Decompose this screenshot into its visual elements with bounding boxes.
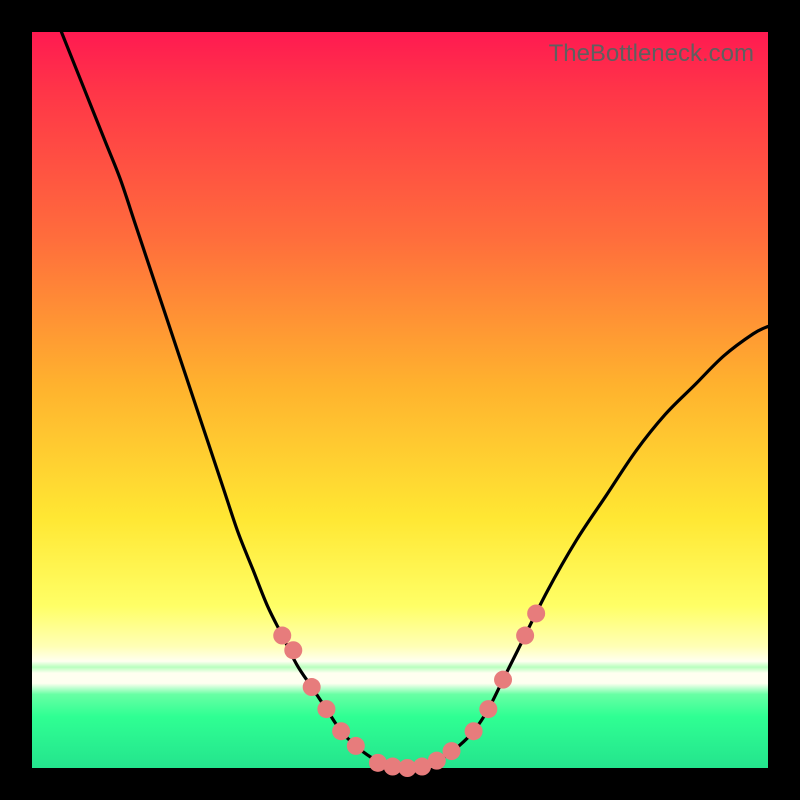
curve-markers [273,604,545,777]
chart-frame: TheBottleneck.com [0,0,800,800]
curve-marker [443,742,461,760]
curve-layer [32,32,768,768]
curve-marker [273,627,291,645]
curve-marker [428,752,446,770]
curve-marker [317,700,335,718]
curve-marker [494,671,512,689]
curve-marker [284,641,302,659]
curve-marker [465,722,483,740]
curve-marker [332,722,350,740]
curve-marker [527,604,545,622]
curve-marker [516,627,534,645]
curve-marker [479,700,497,718]
bottleneck-curve [61,32,768,768]
curve-marker [347,737,365,755]
watermark-text: TheBottleneck.com [549,40,754,68]
plot-area: TheBottleneck.com [32,32,768,768]
curve-marker [303,678,321,696]
